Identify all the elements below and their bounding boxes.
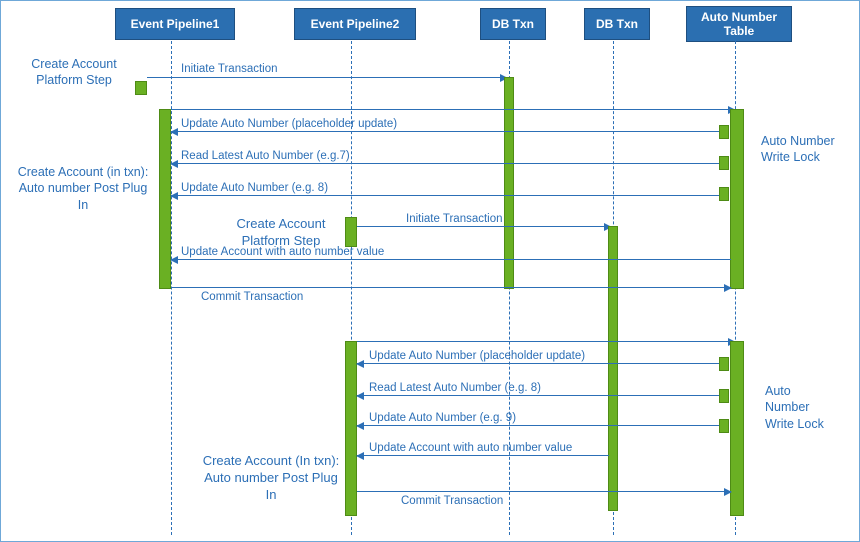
label-create-account-auto-number-2: Create Account (In txn): Auto number Pos… (201, 453, 341, 504)
msg-read-latest-auto-number-2 (357, 395, 719, 396)
msg-ep2-to-ant-start (357, 341, 735, 342)
msg-label-m8: Update Auto Number (placeholder update) (369, 350, 585, 362)
msg-label-m7: Commit Transaction (201, 291, 303, 303)
lifeline-ep1 (171, 41, 172, 535)
activation-ant-lock-1 (730, 109, 744, 289)
label-create-account-auto-number-1: Create Account (in txn): Auto number Pos… (13, 164, 153, 213)
activation-ant-lock-2 (730, 341, 744, 516)
activation-ep1-platform-step (135, 81, 147, 95)
msg-update-auto-number-8 (171, 195, 719, 196)
msg-label-initiate-transaction-1: Initiate Transaction (181, 63, 278, 75)
msg-ep1-to-ant-start (171, 109, 735, 110)
msg-label-m11: Update Account with auto number value (369, 442, 572, 454)
activation-ant-m2 (719, 125, 729, 139)
msg-update-account-value-2 (357, 455, 609, 456)
participant-db-txn-1: DB Txn (481, 9, 545, 39)
msg-label-m3: Read Latest Auto Number (e.g.7) (181, 150, 350, 162)
msg-label-m12: Commit Transaction (401, 495, 503, 507)
msg-commit-transaction-1 (171, 287, 731, 288)
activation-ant-m9 (719, 389, 729, 403)
label-create-account-platform-step-2: Create Account Platform Step (221, 216, 341, 250)
msg-label-m4: Update Auto Number (e.g. 8) (181, 182, 328, 194)
participant-event-pipeline1: Event Pipeline1 (116, 9, 234, 39)
msg-label-m6: Update Account with auto number value (181, 246, 384, 258)
msg-label-m9: Read Latest Auto Number (e.g. 8) (369, 382, 541, 394)
activation-ep2-platform-step (345, 217, 357, 247)
activation-ant-m10 (719, 419, 729, 433)
label-auto-number-write-lock-1: Auto Number Write Lock (761, 133, 851, 166)
participant-event-pipeline2: Event Pipeline2 (295, 9, 415, 39)
label-create-account-platform-step-1: Create Account Platform Step (31, 56, 117, 89)
msg-update-auto-number-placeholder-2 (357, 363, 719, 364)
activation-ant-m8 (719, 357, 729, 371)
msg-initiate-transaction-2 (357, 226, 611, 227)
msg-label-m2: Update Auto Number (placeholder update) (181, 118, 397, 130)
msg-commit-transaction-2 (357, 491, 731, 492)
activation-db2 (608, 226, 618, 511)
msg-update-auto-number-9 (357, 425, 719, 426)
activation-ant-m4 (719, 187, 729, 201)
participant-db-txn-2: DB Txn (585, 9, 649, 39)
label-auto-number-write-lock-2: Auto Number Write Lock (765, 383, 835, 432)
participant-auto-number-table: Auto Number Table (687, 7, 791, 41)
sequence-diagram: Event Pipeline1 Event Pipeline2 DB Txn D… (0, 0, 860, 542)
msg-update-auto-number-placeholder-1 (171, 131, 719, 132)
msg-label-m5: Initiate Transaction (406, 213, 503, 225)
msg-update-account-value-1 (171, 259, 731, 260)
msg-initiate-transaction-1 (147, 77, 507, 78)
msg-read-latest-auto-number-1 (171, 163, 719, 164)
msg-label-m10: Update Auto Number (e.g. 9) (369, 412, 516, 424)
activation-ant-m3 (719, 156, 729, 170)
